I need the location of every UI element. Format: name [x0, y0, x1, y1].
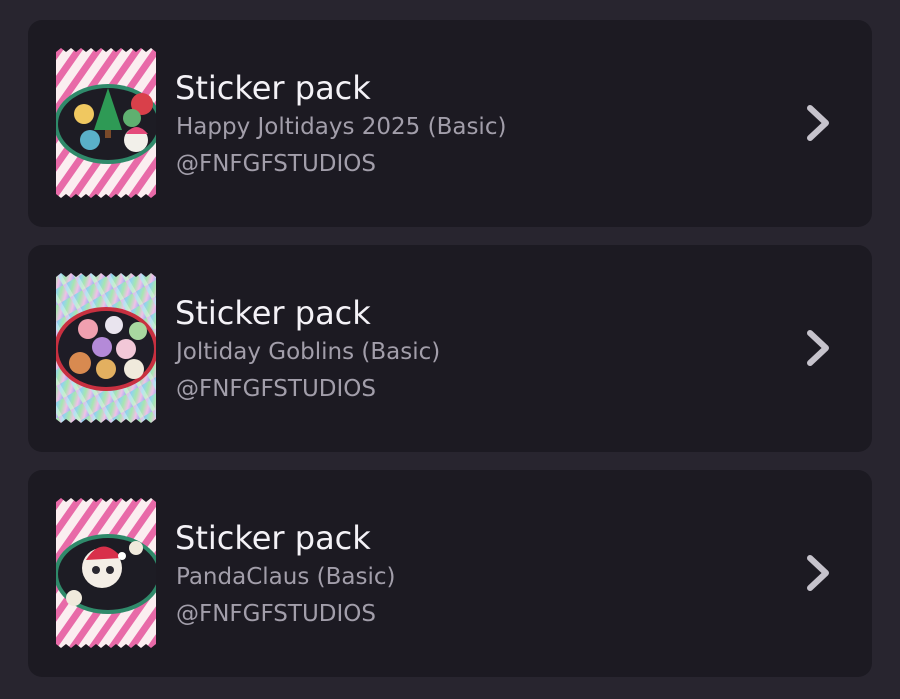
sticker-pack-thumbnail: [56, 498, 156, 648]
sticker-pack-name: PandaClaus (Basic): [176, 564, 396, 590]
sticker-pack-card[interactable]: Sticker pack Happy Joltidays 2025 (Basic…: [28, 20, 872, 227]
sticker-pack-list: Sticker pack Happy Joltidays 2025 (Basic…: [0, 0, 900, 699]
sticker-pack-title: Sticker pack: [175, 519, 371, 557]
sticker-pack-title: Sticker pack: [175, 294, 371, 332]
sticker-pack-title: Sticker pack: [175, 69, 371, 107]
sticker-pack-name: Happy Joltidays 2025 (Basic): [176, 114, 507, 140]
sticker-pack-name: Joltiday Goblins (Basic): [176, 339, 441, 365]
sticker-pack-card[interactable]: Sticker pack PandaClaus (Basic) @FNFGFST…: [28, 470, 872, 677]
chevron-right-icon: [800, 327, 836, 369]
chevron-right-icon: [800, 552, 836, 594]
sticker-pack-thumbnail: [56, 273, 156, 423]
sticker-pack-author: @FNFGFSTUDIOS: [176, 151, 376, 177]
sticker-pack-author: @FNFGFSTUDIOS: [176, 601, 376, 627]
sticker-pack-thumbnail: [56, 48, 156, 198]
sticker-pack-card[interactable]: Sticker pack Joltiday Goblins (Basic) @F…: [28, 245, 872, 452]
chevron-right-icon: [800, 102, 836, 144]
sticker-pack-author: @FNFGFSTUDIOS: [176, 376, 376, 402]
